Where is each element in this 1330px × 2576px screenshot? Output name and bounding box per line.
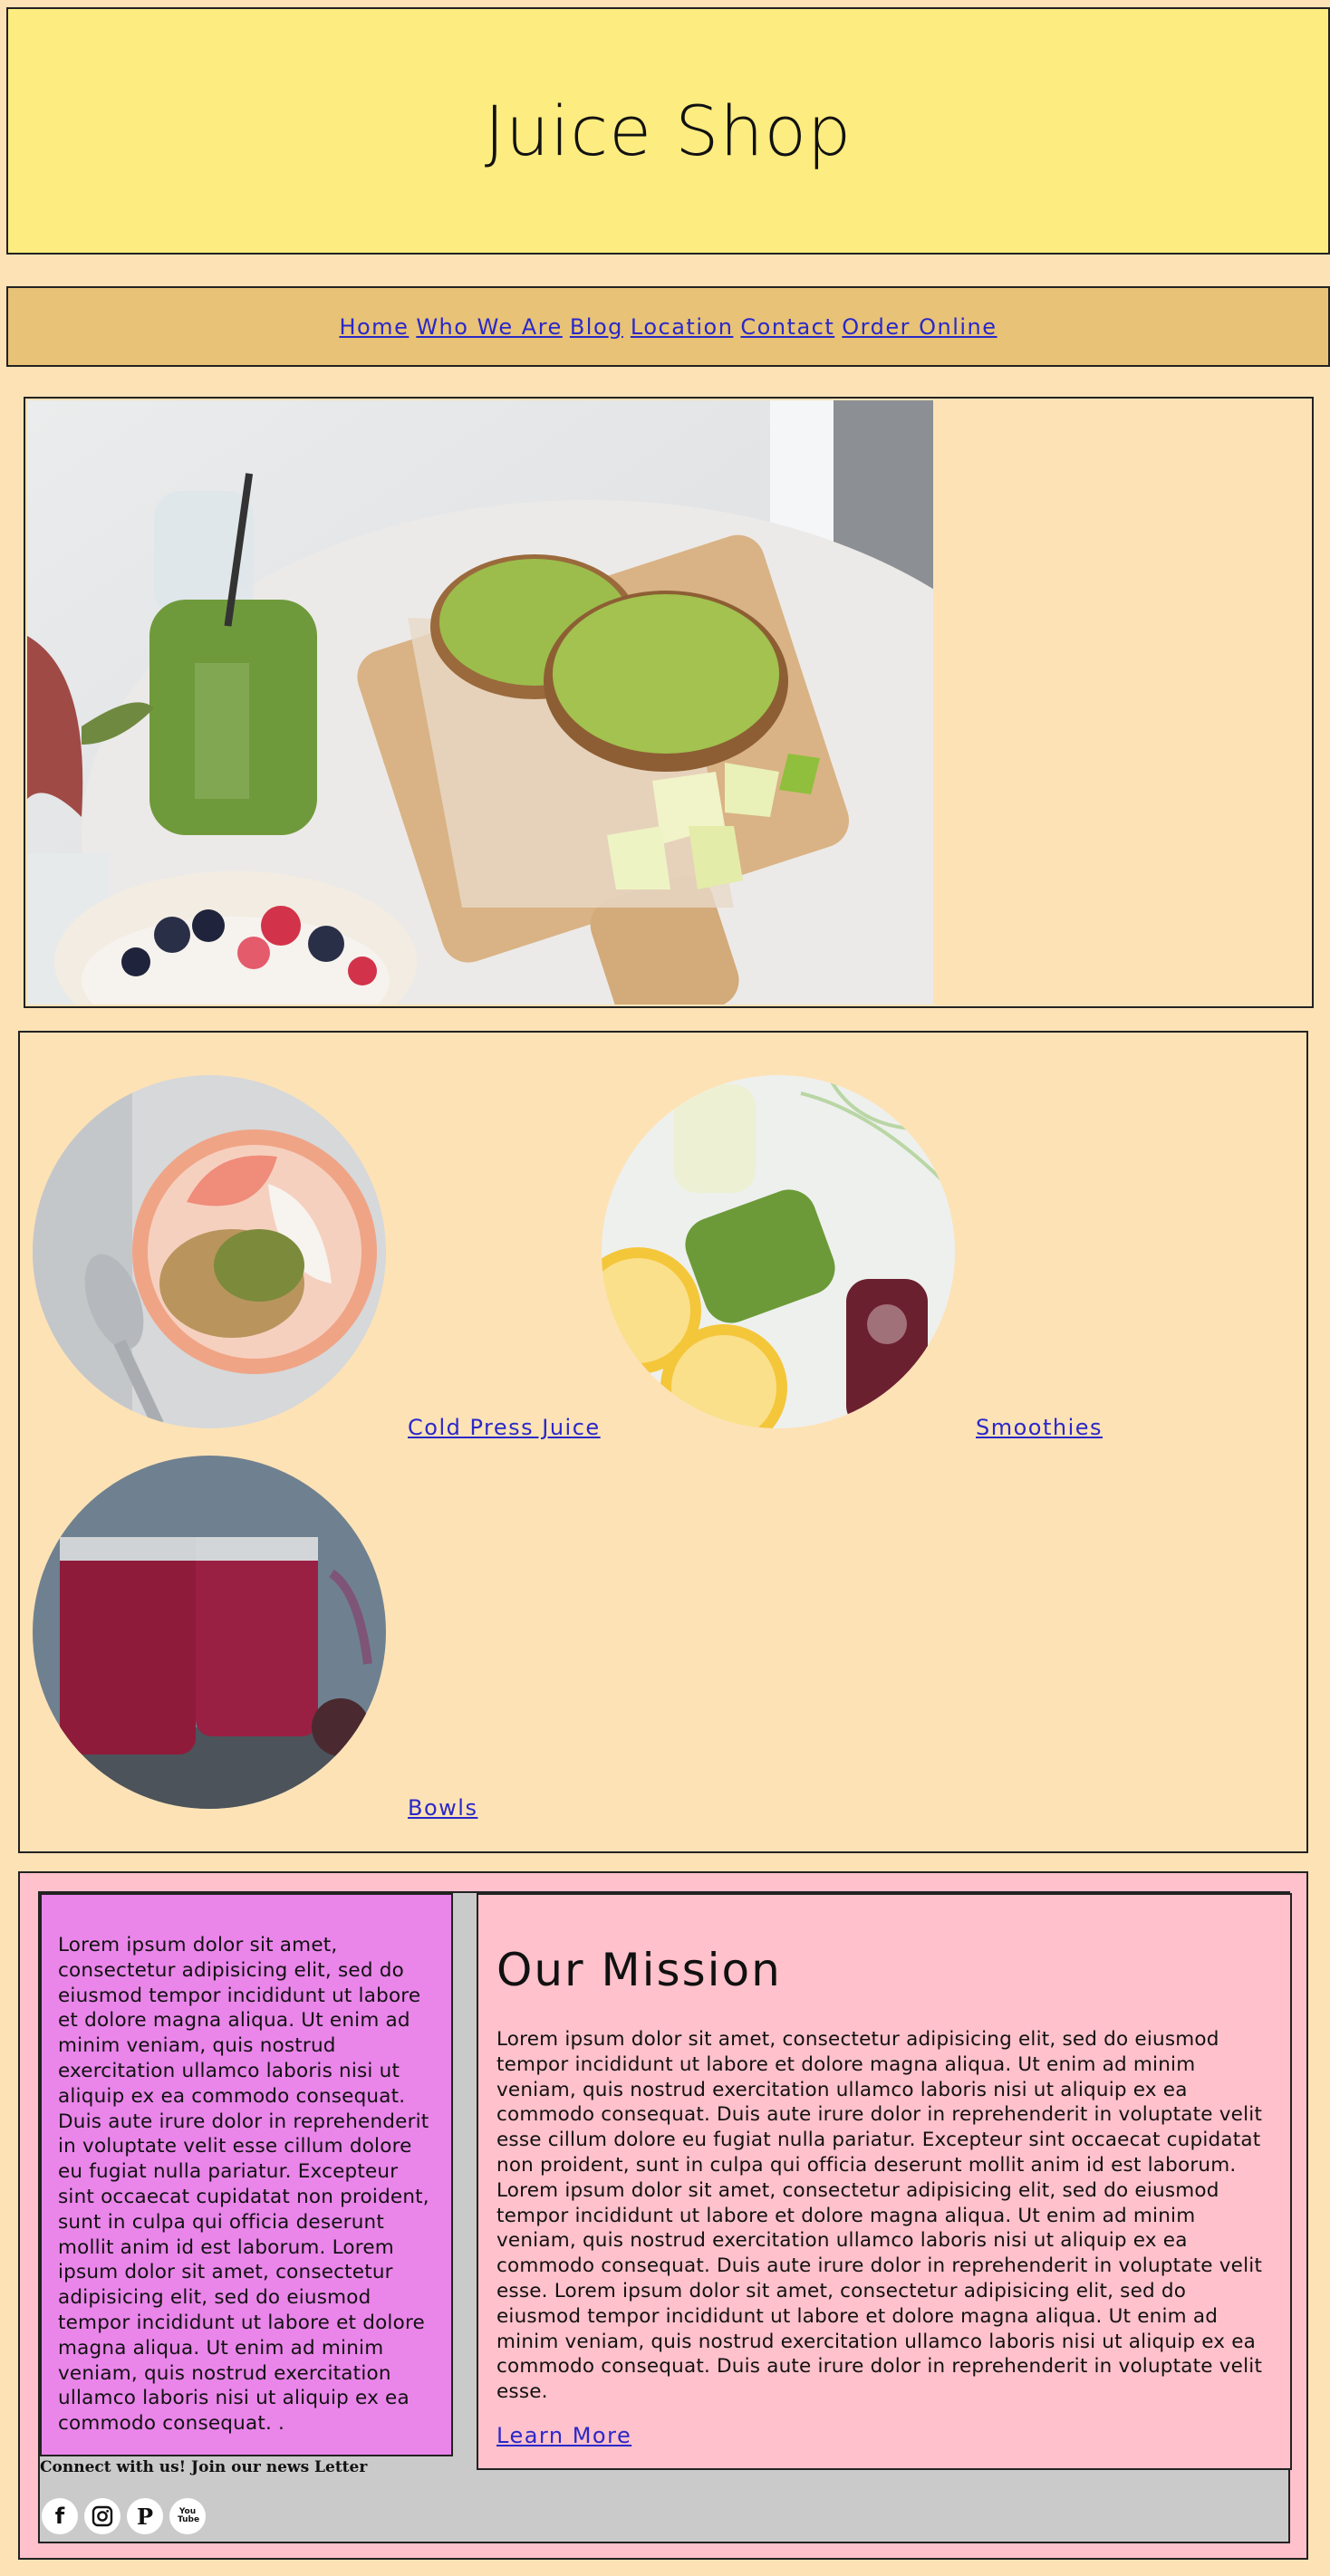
smoothies-image — [602, 1075, 955, 1428]
social-links: f P You Tube — [42, 2498, 206, 2534]
facebook-icon[interactable]: f — [42, 2498, 78, 2534]
main-nav: Home Who We Are Blog Location Contact Or… — [6, 286, 1330, 367]
nav-home[interactable]: Home — [339, 314, 409, 340]
hero-section — [24, 397, 1314, 1008]
instagram-icon[interactable] — [84, 2498, 120, 2534]
cold-press-juice-link[interactable]: Cold Press Juice — [408, 1415, 601, 1440]
youtube-icon[interactable]: You Tube — [169, 2498, 206, 2534]
cold-press-juice-image — [33, 1075, 386, 1428]
site-title: Juice Shop — [484, 91, 853, 171]
smoothies-link[interactable]: Smoothies — [976, 1415, 1103, 1440]
nav-location[interactable]: Location — [631, 314, 734, 340]
nav-order-online[interactable]: Order Online — [842, 314, 997, 340]
intro-box: Lorem ipsum dolor sit amet, consectetur … — [40, 1893, 453, 2456]
about-inner: Lorem ipsum dolor sit amet, consectetur … — [38, 1891, 1292, 2543]
intro-text: Lorem ipsum dolor sit amet, consectetur … — [58, 1934, 429, 2436]
mission-title: Our Mission — [496, 1944, 782, 1996]
mission-text: Lorem ipsum dolor sit amet, consectetur … — [496, 2028, 1263, 2404]
bowls-image — [33, 1456, 386, 1809]
site-header: Juice Shop — [6, 7, 1330, 255]
newsletter-heading: Connect with us! Join our news Letter — [40, 2458, 368, 2476]
nav-contact[interactable]: Contact — [740, 314, 834, 340]
nav-blog[interactable]: Blog — [570, 314, 623, 340]
nav-who-we-are[interactable]: Who We Are — [416, 314, 563, 340]
mission-box: Our Mission Lorem ipsum dolor sit amet, … — [477, 1893, 1292, 2470]
about-section: Lorem ipsum dolor sit amet, consectetur … — [18, 1871, 1308, 2560]
bowls-link[interactable]: Bowls — [408, 1795, 477, 1821]
pinterest-icon[interactable]: P — [127, 2498, 163, 2534]
products-section: Cold Press Juice Smoothies Bowls — [18, 1031, 1308, 1853]
hero-image — [27, 400, 933, 1004]
learn-more-link[interactable]: Learn More — [496, 2423, 631, 2448]
